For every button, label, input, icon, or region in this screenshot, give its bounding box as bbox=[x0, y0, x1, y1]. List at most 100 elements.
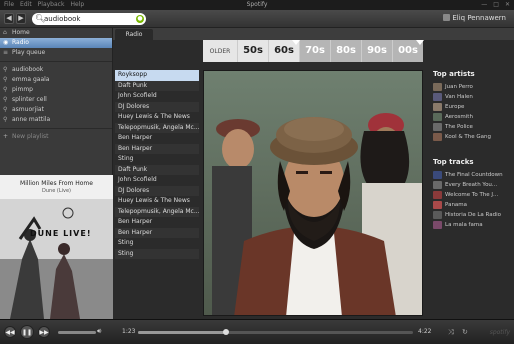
artist-name: Juan Perro bbox=[445, 84, 473, 90]
track-row[interactable]: John Scofield bbox=[115, 91, 199, 102]
sidebar-divider bbox=[0, 128, 112, 129]
search-input[interactable] bbox=[44, 14, 132, 24]
tab-radio[interactable]: Radio bbox=[115, 29, 153, 40]
top-artist-item[interactable]: Aerosmith bbox=[433, 112, 513, 122]
top-track-item[interactable]: Panama bbox=[433, 200, 513, 210]
track-thumbnail bbox=[433, 171, 442, 179]
pause-button[interactable]: ❚❚ bbox=[20, 325, 34, 339]
artist-thumbnail bbox=[433, 103, 442, 111]
track-row[interactable]: Sting bbox=[115, 248, 199, 259]
now-playing-info[interactable]: Million Miles From Home Dune (Live) bbox=[0, 175, 113, 199]
decade-80s[interactable]: 80s bbox=[330, 40, 361, 62]
sidebar-item-home[interactable]: ⌂ Home bbox=[0, 28, 112, 38]
top-bar: ◀ ▶ 🔍︎ ● Eliq Pennawern bbox=[0, 10, 514, 28]
track-name: La mala fama bbox=[445, 222, 483, 228]
track-row[interactable]: Huey Lewis & The News bbox=[115, 196, 199, 207]
track-thumbnail bbox=[433, 201, 442, 209]
saved-search-item[interactable]: ⚲ anne mattila bbox=[0, 115, 112, 125]
top-artist-item[interactable]: Van Halen bbox=[433, 92, 513, 102]
top-artist-item[interactable]: Kool & The Gang bbox=[433, 132, 513, 142]
track-row[interactable]: Daft Punk bbox=[115, 80, 199, 91]
range-start-handle[interactable] bbox=[292, 40, 300, 45]
saved-search-item[interactable]: ⚲ audiobook bbox=[0, 65, 112, 75]
track-row[interactable]: Ben Harper bbox=[115, 217, 199, 228]
track-row[interactable]: Ben Harper bbox=[115, 143, 199, 154]
saved-search-label: emma gaala bbox=[12, 76, 50, 83]
plus-icon: + bbox=[3, 133, 9, 140]
repeat-button[interactable]: ↻ bbox=[462, 328, 468, 336]
sidebar-item-play-queue[interactable]: ≡ Play queue bbox=[0, 48, 112, 58]
maximize-button[interactable]: □ bbox=[493, 1, 499, 8]
track-list: Royksopp Daft Punk John Scofield DJ Dolo… bbox=[115, 70, 199, 259]
saved-search-item[interactable]: ⚲ splinter cell bbox=[0, 95, 112, 105]
track-row[interactable]: Ben Harper bbox=[115, 227, 199, 238]
decade-70s[interactable]: 70s bbox=[299, 40, 330, 62]
track-thumbnail bbox=[433, 191, 442, 199]
track-row[interactable]: Ben Harper bbox=[115, 133, 199, 144]
track-thumbnail bbox=[433, 221, 442, 229]
track-row[interactable]: Telepopmusik, Angela Mc... bbox=[115, 122, 199, 133]
top-artist-item[interactable]: Europe bbox=[433, 102, 513, 112]
top-track-item[interactable]: Welcome To The J... bbox=[433, 190, 513, 200]
seek-handle[interactable] bbox=[223, 329, 229, 335]
right-panel: Top artists Juan Perro Van Halen Europe … bbox=[433, 70, 513, 230]
new-playlist-button[interactable]: + New playlist bbox=[0, 132, 112, 142]
track-row[interactable]: Sting bbox=[115, 154, 199, 165]
volume-icon[interactable]: 🔊︎ bbox=[97, 327, 101, 336]
track-row[interactable]: DJ Dolores bbox=[115, 101, 199, 112]
shuffle-button[interactable]: ⤨ bbox=[448, 328, 454, 337]
track-row[interactable]: Royksopp bbox=[115, 70, 199, 81]
previous-button[interactable]: ◀◀ bbox=[4, 326, 16, 338]
top-track-item[interactable]: The Final Countdown bbox=[433, 170, 513, 180]
sidebar-divider bbox=[0, 61, 112, 62]
saved-search-label: asmuorjiat bbox=[12, 106, 44, 113]
search-go-icon[interactable]: ● bbox=[136, 15, 144, 23]
sidebar-item-radio[interactable]: ◉ Radio bbox=[0, 38, 112, 48]
artist-name: Europe bbox=[445, 104, 465, 110]
saved-search-label: audiobook bbox=[12, 66, 44, 73]
saved-search-item[interactable]: ⚲ emma gaala bbox=[0, 75, 112, 85]
next-button[interactable]: ▶▶ bbox=[38, 326, 50, 338]
spotify-window: File Edit Playback Help Spotify — □ ✕ ◀ … bbox=[0, 0, 514, 344]
top-track-item[interactable]: Historia De La Radio bbox=[433, 210, 513, 220]
seek-bar[interactable] bbox=[138, 329, 413, 335]
artist-name: Van Halen bbox=[445, 94, 473, 100]
back-button[interactable]: ◀ bbox=[4, 13, 14, 24]
top-artist-item[interactable]: The Police bbox=[433, 122, 513, 132]
artist-thumbnail bbox=[433, 123, 442, 131]
search-icon: ⚲ bbox=[3, 66, 8, 73]
artist-thumbnail bbox=[433, 133, 442, 141]
top-tracks-heading: Top tracks bbox=[433, 158, 474, 166]
user-menu[interactable]: Eliq Pennawern bbox=[443, 14, 506, 22]
range-end-handle[interactable] bbox=[416, 40, 424, 45]
decade-50s[interactable]: 50s bbox=[237, 40, 268, 62]
saved-search-item[interactable]: ⚲ asmuorjiat bbox=[0, 105, 112, 115]
track-row[interactable]: DJ Dolores bbox=[115, 185, 199, 196]
track-row[interactable]: Daft Punk bbox=[115, 164, 199, 175]
decade-older-button[interactable]: OLDER bbox=[203, 48, 237, 55]
top-artist-item[interactable]: Juan Perro bbox=[433, 82, 513, 92]
spotify-logo: spotify bbox=[489, 329, 510, 336]
track-row[interactable]: Telepopmusik, Angela Mc... bbox=[115, 206, 199, 217]
sidebar-item-label: Radio bbox=[12, 39, 29, 46]
queue-icon: ≡ bbox=[3, 49, 9, 56]
top-track-item[interactable]: La mala fama bbox=[433, 220, 513, 230]
forward-button[interactable]: ▶ bbox=[16, 13, 26, 24]
decade-90s[interactable]: 90s bbox=[361, 40, 392, 62]
top-track-item[interactable]: Every Breath You... bbox=[433, 180, 513, 190]
track-row[interactable]: Huey Lewis & The News bbox=[115, 112, 199, 123]
volume-slider[interactable] bbox=[58, 331, 96, 334]
track-row[interactable]: John Scofield bbox=[115, 175, 199, 186]
album-art[interactable]: DUNE LIVE! bbox=[0, 199, 113, 319]
total-time: 4:22 bbox=[418, 328, 432, 335]
minimize-button[interactable]: — bbox=[481, 1, 487, 8]
track-row[interactable]: Sting bbox=[115, 238, 199, 249]
search-icon: ⚲ bbox=[3, 106, 8, 113]
album-art-image bbox=[0, 199, 113, 319]
saved-search-item[interactable]: ⚲ pimmp bbox=[0, 85, 112, 95]
saved-search-label: pimmp bbox=[12, 86, 33, 93]
new-playlist-label: New playlist bbox=[12, 133, 49, 140]
artist-photo[interactable] bbox=[203, 70, 423, 316]
close-button[interactable]: ✕ bbox=[505, 1, 510, 8]
artist-name: Kool & The Gang bbox=[445, 134, 491, 140]
